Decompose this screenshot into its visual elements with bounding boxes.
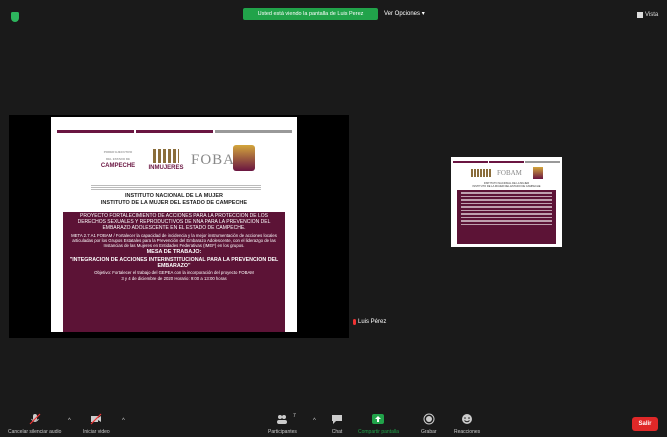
participants-options-caret[interactable]: ^ xyxy=(313,418,316,424)
muted-mic-icon xyxy=(353,319,356,325)
sharing-banner: Usted está viendo la pantalla de Luis Pe… xyxy=(243,8,378,20)
view-toggle-button[interactable]: Vista xyxy=(637,12,658,18)
campeche-logo-line2: DEL ESTADO DE xyxy=(105,157,131,161)
campeche-logo: PODER EJECUTIVO DEL ESTADO DE CAMPECHE xyxy=(97,149,139,170)
chat-button[interactable]: Chat xyxy=(331,410,343,435)
thumb-institute-line2: INSTITUTO DE LA MUJER DEL ESTADO DE CAMP… xyxy=(472,185,541,188)
logo-row: PODER EJECUTIVO DEL ESTADO DE CAMPECHE I… xyxy=(51,143,297,183)
shared-screen-thumbnail[interactable]: FOBAM INSTITUTO NACIONAL DE LA MUJER INS… xyxy=(451,157,562,247)
participants-icon xyxy=(277,415,288,424)
top-bar: Usted está viendo la pantalla de Luis Pe… xyxy=(0,0,667,30)
view-options-label: Ver Opciones xyxy=(384,11,421,17)
unmute-button[interactable]: Cancelar silenciar audio xyxy=(8,410,61,435)
security-shield-icon[interactable] xyxy=(11,12,19,22)
participants-count: 7 xyxy=(293,413,296,419)
goal-text: META 2.7 A1 FOBAM / Fortalecer la capaci… xyxy=(71,232,277,248)
video-camera-icon xyxy=(90,413,102,425)
grid-view-icon xyxy=(637,12,643,18)
microphone-icon xyxy=(29,413,41,425)
share-screen-label: Compartir pantalla xyxy=(358,429,399,435)
chevron-down-icon: ▾ xyxy=(421,11,425,17)
date-text: 3 y 4 de diciembre de 2020 Horario: 9:00… xyxy=(121,276,227,282)
work-table-topic: "INTEGRACION DE ACCIONES INTERINSTITUCIO… xyxy=(69,256,279,269)
view-options-button[interactable]: Ver Opciones ▾ xyxy=(384,8,425,20)
view-toggle-label: Vista xyxy=(645,12,659,18)
record-icon xyxy=(423,413,435,425)
inmujeres-logo: INMUJERES xyxy=(143,149,189,175)
shared-slide: PODER EJECUTIVO DEL ESTADO DE CAMPECHE I… xyxy=(51,117,297,332)
thumb-fobam-logo: FOBAM xyxy=(497,169,522,177)
slide-content-band: PROYECTO FORTALECIMIENTO DE ACCIONES PAR… xyxy=(63,212,285,332)
start-video-label: Iniciar video xyxy=(83,429,110,435)
share-screen-button[interactable]: Compartir pantalla xyxy=(358,410,399,435)
slide-header-bars xyxy=(57,130,292,133)
reactions-label: Reacciones xyxy=(454,429,481,435)
record-label: Grabar xyxy=(421,429,437,435)
fine-print-lines xyxy=(91,185,261,191)
thumb-institute-heading: INSTITUTO NACIONAL DE LA MUJER INSTITUTO… xyxy=(451,182,562,188)
building-icon xyxy=(153,149,179,163)
campeche-logo-line3: CAMPECHE xyxy=(100,163,136,169)
participant-name-tag: Luis Pérez xyxy=(353,319,386,325)
share-screen-icon xyxy=(372,414,385,424)
inmujeres-label: INMUJERES xyxy=(148,165,184,171)
meeting-toolbar: Cancelar silenciar audio ^ Iniciar video… xyxy=(0,410,667,437)
thumb-building-icon xyxy=(471,169,491,177)
project-title: PROYECTO FORTALECIMIENTO DE ACCIONES PAR… xyxy=(77,213,271,231)
record-button[interactable]: Grabar xyxy=(421,410,437,435)
institute-heading: INSTITUTO NACIONAL DE LA MUJER INSTITUTO… xyxy=(51,193,297,206)
chat-icon xyxy=(332,415,342,424)
thumb-content-band xyxy=(457,190,556,244)
start-video-button[interactable]: Iniciar video xyxy=(83,410,110,435)
objective-text: Objetivo: Fortalecer el trabajo del GEPE… xyxy=(94,270,254,276)
smiley-icon xyxy=(462,414,473,424)
thumb-header-bars xyxy=(453,161,560,163)
participant-name: Luis Pérez xyxy=(358,319,387,325)
chat-label: Chat xyxy=(331,429,343,435)
thumb-seal-icon xyxy=(533,167,543,179)
state-seal-icon xyxy=(233,145,255,171)
reactions-button[interactable]: Reacciones xyxy=(454,410,480,435)
video-options-caret[interactable]: ^ xyxy=(122,418,125,424)
participants-label: Participantes xyxy=(268,429,297,435)
institute-line2: INSTITUTO DE LA MUJER DEL ESTADO DE CAMP… xyxy=(100,199,248,206)
campeche-logo-line1: PODER EJECUTIVO xyxy=(103,150,133,154)
leave-button[interactable]: Salir xyxy=(632,417,658,431)
audio-options-caret[interactable]: ^ xyxy=(68,418,71,424)
unmute-label: Cancelar silenciar audio xyxy=(8,429,62,435)
work-table-label: MESA DE TRABAJO: xyxy=(146,248,202,255)
